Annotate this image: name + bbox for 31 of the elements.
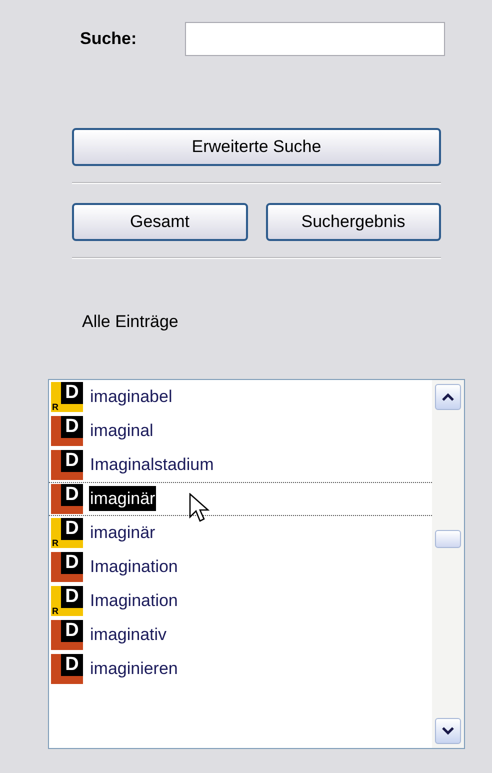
dictionary-badge: D [51, 450, 83, 480]
scroll-up-button[interactable] [435, 384, 461, 410]
list-title: Alle Einträge [82, 311, 180, 333]
dictionary-badge: D [51, 484, 83, 514]
advanced-search-button[interactable]: Erweiterte Suche [72, 128, 441, 166]
list-item[interactable]: D imaginativ [49, 618, 432, 652]
search-field[interactable] [185, 22, 445, 56]
scrollbar[interactable] [432, 380, 464, 748]
search-label: Suche: [80, 28, 138, 50]
list-item[interactable]: D R imaginabel [49, 380, 432, 414]
dictionary-badge: D R [51, 586, 83, 616]
dictionary-badge: D [51, 654, 83, 684]
all-button[interactable]: Gesamt [72, 203, 248, 241]
list-item[interactable]: D imaginieren [49, 652, 432, 686]
dictionary-badge: D R [51, 382, 83, 412]
scroll-thumb[interactable] [435, 530, 461, 548]
search-results-button[interactable]: Suchergebnis [266, 203, 441, 241]
dictionary-badge: D R [51, 518, 83, 548]
list-item[interactable]: D Imagination [49, 550, 432, 584]
dictionary-badge: D [51, 620, 83, 650]
list-item[interactable]: D imaginär [49, 482, 432, 516]
cursor-icon [189, 492, 211, 524]
list-item[interactable]: D R Imagination [49, 584, 432, 618]
list-item[interactable]: D R imaginär [49, 516, 432, 550]
scroll-down-button[interactable] [435, 718, 461, 744]
list-item[interactable]: D Imaginalstadium [49, 448, 432, 482]
list-item[interactable]: D imaginal [49, 414, 432, 448]
dictionary-badge: D [51, 552, 83, 582]
caret-up-icon [442, 392, 454, 400]
caret-down-icon [442, 726, 454, 734]
dictionary-badge: D [51, 416, 83, 446]
